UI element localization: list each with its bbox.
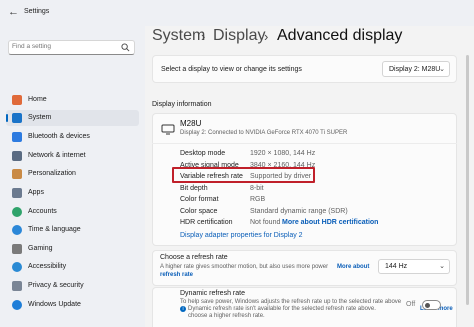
sidebar-item-apps[interactable]: Apps xyxy=(6,185,139,201)
brush-icon xyxy=(12,169,22,179)
info-label-color-space: Color space xyxy=(180,208,218,215)
controller-icon xyxy=(12,244,22,254)
more-about-link[interactable]: More about xyxy=(337,264,369,270)
sidebar-item-label: Windows Update xyxy=(28,301,81,308)
search-input[interactable] xyxy=(12,43,117,50)
dynamic-refresh-note: Dynamic refresh rate isn't available for… xyxy=(188,306,376,312)
toggle-state-label: Off xyxy=(406,301,416,308)
refresh-rate-value: 144 Hz xyxy=(385,263,408,270)
refresh-rate-title: Choose a refresh rate xyxy=(160,254,228,261)
refresh-rate-link[interactable]: refresh rate xyxy=(160,272,193,278)
network-icon xyxy=(12,151,22,161)
breadcrumb-display[interactable]: Display xyxy=(213,27,265,45)
title-bar: ← Settings xyxy=(0,0,474,26)
sidebar-item-personalization[interactable]: Personalization xyxy=(6,166,139,182)
info-icon: i xyxy=(180,306,186,312)
scrollbar[interactable] xyxy=(466,55,469,305)
display-select-dropdown[interactable]: Display 2: M28U ⌄ xyxy=(382,61,450,77)
dynamic-refresh-toggle[interactable] xyxy=(422,300,441,310)
info-value-hdr: Not found xyxy=(250,219,281,226)
bluetooth-icon xyxy=(12,132,22,142)
chevron-down-icon: ⌄ xyxy=(439,263,445,270)
dynamic-refresh-title: Dynamic refresh rate xyxy=(180,290,245,297)
update-icon xyxy=(12,300,22,310)
info-label-bit-depth: Bit depth xyxy=(180,185,208,192)
info-label-color-format: Color format xyxy=(180,196,219,203)
breadcrumb-separator: › xyxy=(264,29,269,44)
info-value-color-format: RGB xyxy=(250,196,266,203)
breadcrumb-system[interactable]: System xyxy=(152,27,205,45)
monitor-name: M28U xyxy=(180,119,202,128)
display-select-label: Select a display to view or change its s… xyxy=(161,66,302,73)
search-icon[interactable] xyxy=(121,43,130,52)
sidebar-item-gaming[interactable]: Gaming xyxy=(6,241,139,257)
sidebar-item-bluetooth[interactable]: Bluetooth & devices xyxy=(6,129,139,145)
info-label-hdr: HDR certification xyxy=(180,219,233,226)
info-label-desktop-mode: Desktop mode xyxy=(180,150,226,157)
chevron-down-icon: ⌄ xyxy=(439,66,445,73)
info-value-color-space: Standard dynamic range (SDR) xyxy=(250,208,348,215)
section-title: Display information xyxy=(152,101,212,108)
search-box[interactable] xyxy=(8,40,135,55)
apps-icon xyxy=(12,188,22,198)
monitor-icon xyxy=(12,113,22,123)
account-icon xyxy=(12,207,22,217)
refresh-rate-desc: A higher rate gives smoother motion, but… xyxy=(160,264,329,270)
monitor-description: Display 2: Connected to NVIDIA GeForce R… xyxy=(180,130,348,136)
sidebar-item-accessibility[interactable]: Accessibility xyxy=(6,259,139,275)
sidebar-item-label: Home xyxy=(28,96,47,103)
info-value-desktop-mode: 1920 × 1080, 144 Hz xyxy=(250,150,316,157)
display-select-value: Display 2: M28U xyxy=(389,66,441,73)
accessibility-icon xyxy=(12,262,22,272)
hdr-certification-link[interactable]: More about HDR certification xyxy=(282,219,378,226)
window-title: Settings xyxy=(24,8,50,15)
adapter-properties-link[interactable]: Display adapter properties for Display 2 xyxy=(180,232,303,239)
sidebar-item-system[interactable]: System xyxy=(6,110,139,126)
shield-icon xyxy=(12,281,22,291)
annotation-highlight-box xyxy=(172,167,315,183)
back-arrow-icon[interactable]: ← xyxy=(8,6,19,18)
sidebar-item-label: Network & internet xyxy=(28,152,86,159)
sidebar-item-network[interactable]: Network & internet xyxy=(6,148,139,164)
sidebar-item-label: Bluetooth & devices xyxy=(28,133,90,140)
monitor-icon xyxy=(161,124,175,135)
sidebar-item-label: Gaming xyxy=(28,245,53,252)
sidebar-item-label: Apps xyxy=(28,189,44,196)
page-title: Advanced display xyxy=(277,27,403,44)
info-value-bit-depth: 8-bit xyxy=(250,185,264,192)
sidebar-item-label: Accessibility xyxy=(28,263,67,270)
sidebar-item-label: Privacy & security xyxy=(28,282,84,289)
sidebar-item-label: Personalization xyxy=(28,170,76,177)
sidebar-item-home[interactable]: Home xyxy=(6,92,139,108)
sidebar-item-label: System xyxy=(28,114,52,121)
divider xyxy=(152,143,457,144)
refresh-rate-dropdown[interactable]: 144 Hz ⌄ xyxy=(378,259,450,274)
toggle-knob xyxy=(425,302,430,308)
sidebar-item-time-language[interactable]: Time & language xyxy=(6,222,139,238)
sidebar-item-accounts[interactable]: Accounts xyxy=(6,204,139,220)
sidebar-item-label: Time & language xyxy=(28,226,81,233)
sidebar-item-windows-update[interactable]: Windows Update xyxy=(6,297,139,313)
breadcrumb-separator: › xyxy=(201,29,206,44)
dynamic-refresh-note-tail: choose a higher refresh rate. xyxy=(188,313,265,319)
clock-globe-icon xyxy=(12,225,22,235)
home-icon xyxy=(12,95,22,105)
sidebar-item-privacy[interactable]: Privacy & security xyxy=(6,278,139,294)
dynamic-refresh-desc: To help save power, Windows adjusts the … xyxy=(180,299,402,305)
sidebar-item-label: Accounts xyxy=(28,208,57,215)
